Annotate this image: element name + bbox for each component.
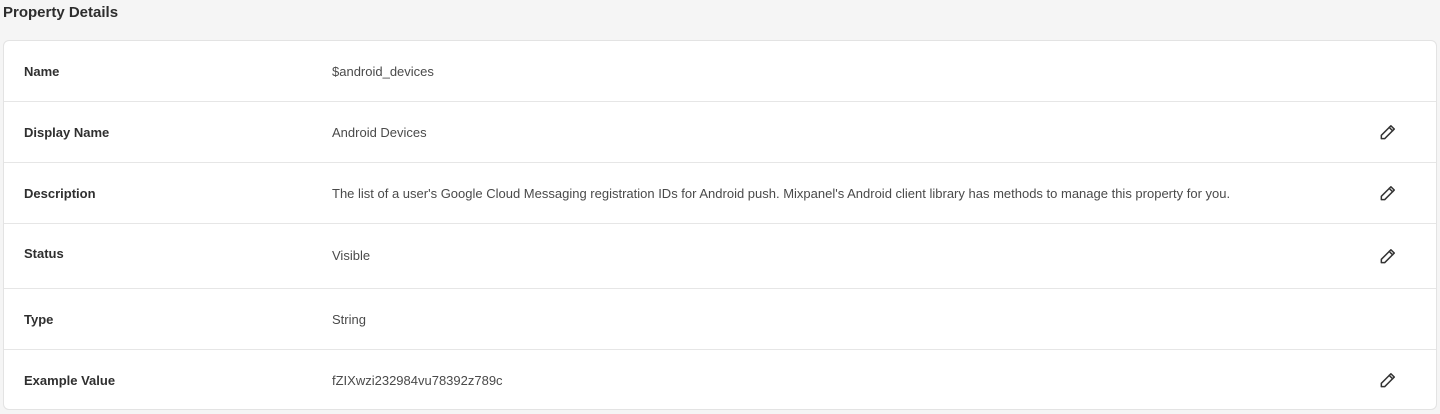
edit-description-button[interactable] (1376, 181, 1400, 205)
row-status: Status Visible (4, 224, 1436, 289)
row-value: Android Devices (332, 125, 427, 140)
row-label: Description (24, 186, 96, 201)
section-title: Property Details (3, 4, 119, 21)
edit-status-button[interactable] (1376, 244, 1400, 268)
row-label: Example Value (24, 373, 116, 388)
property-details-card: Name $android_devices Display Name Andro… (3, 40, 1437, 410)
row-display-name: Display Name Android Devices (4, 102, 1436, 163)
row-example-value: Example Value fZIXwzi232984vu78392z789c (4, 350, 1436, 409)
pencil-icon (1380, 249, 1395, 264)
edit-display-name-button[interactable] (1376, 120, 1400, 144)
row-value: Visible (332, 248, 371, 263)
row-description: Description The list of a user's Google … (4, 163, 1436, 224)
pencil-icon (1380, 125, 1395, 140)
property-details-page: Property Details Name $android_devices D… (0, 0, 1440, 414)
row-value: fZIXwzi232984vu78392z789c (332, 373, 503, 388)
pencil-icon (1380, 373, 1395, 388)
row-value: String (332, 312, 366, 327)
row-name: Name $android_devices (4, 41, 1436, 102)
row-label: Name (24, 64, 60, 79)
row-type: Type String (4, 289, 1436, 350)
row-label: Type (24, 312, 54, 327)
row-label: Status (24, 246, 64, 261)
row-value: $android_devices (332, 64, 434, 79)
row-value: The list of a user's Google Cloud Messag… (332, 186, 1231, 201)
row-label: Display Name (24, 125, 110, 140)
edit-example-value-button[interactable] (1376, 368, 1400, 392)
pencil-icon (1380, 186, 1395, 201)
